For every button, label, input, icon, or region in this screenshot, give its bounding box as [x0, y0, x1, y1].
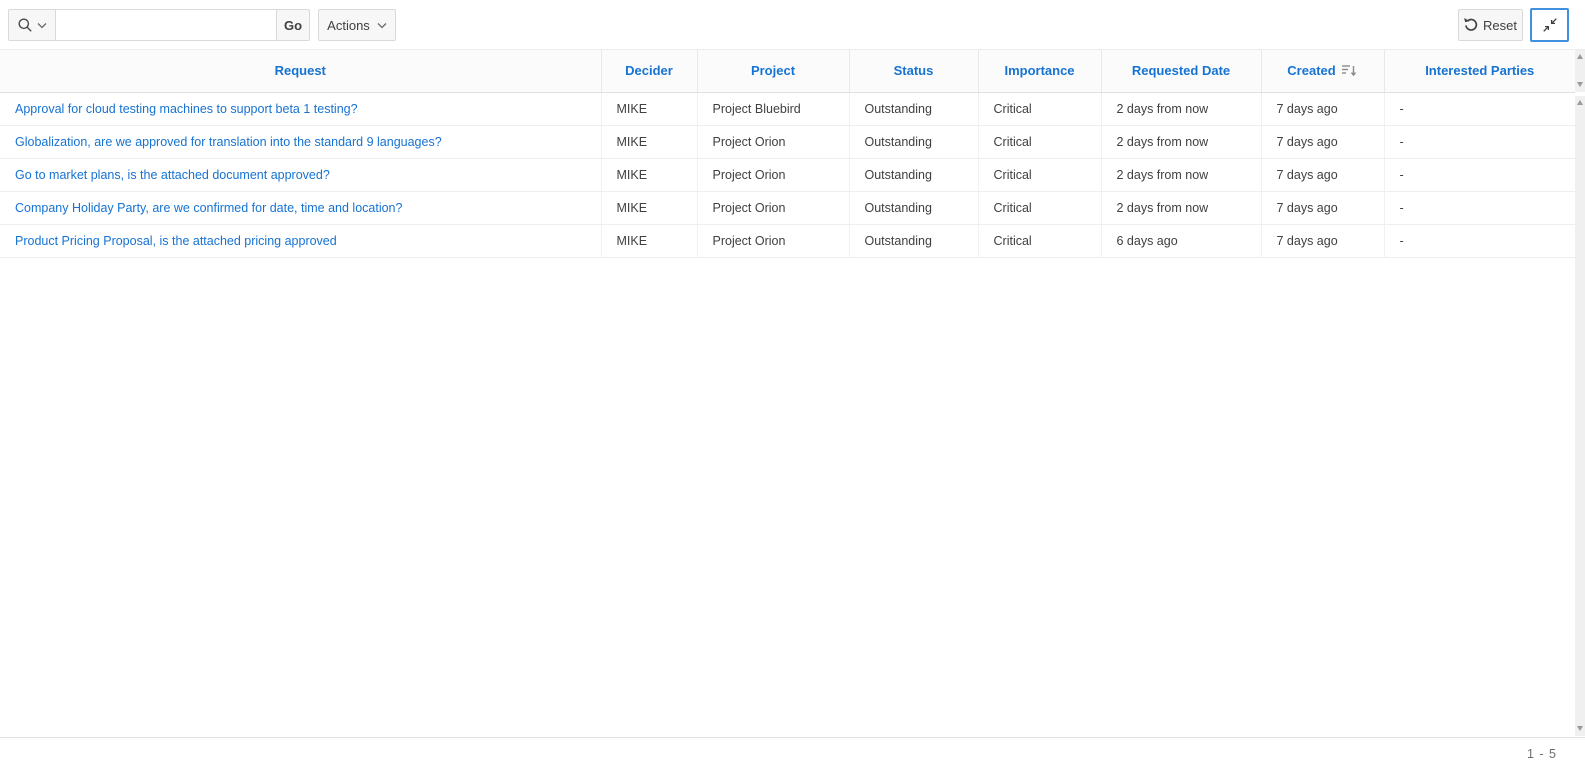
scroll-up-arrow-icon[interactable] — [1577, 100, 1583, 105]
column-header-status[interactable]: Status — [849, 50, 978, 92]
cell-project: Project Orion — [697, 158, 849, 191]
cell-requested_date: 6 days ago — [1101, 224, 1261, 257]
cell-interested_parties: - — [1384, 224, 1575, 257]
cell-created: 7 days ago — [1261, 158, 1384, 191]
column-header-label: Created — [1287, 63, 1335, 78]
cell-requested_date: 2 days from now — [1101, 191, 1261, 224]
request-link[interactable]: Globalization, are we approved for trans… — [15, 135, 442, 149]
report-table: Request Decider Project Status Importance Req… — [0, 50, 1575, 258]
cell-status: Outstanding — [849, 125, 978, 158]
reset-button[interactable]: Reset — [1458, 9, 1523, 41]
request-link[interactable]: Product Pricing Proposal, is the attache… — [15, 234, 337, 248]
cell-decider: MIKE — [601, 224, 697, 257]
go-button[interactable]: Go — [276, 9, 310, 41]
report-region: Request Decider Project Status Importance Req… — [0, 50, 1575, 258]
cell-project: Project Orion — [697, 224, 849, 257]
scroll-down-arrow-icon[interactable] — [1577, 82, 1583, 87]
reset-label: Reset — [1483, 18, 1517, 33]
cell-importance: Critical — [978, 158, 1101, 191]
cell-request: Product Pricing Proposal, is the attache… — [0, 224, 601, 257]
cell-status: Outstanding — [849, 92, 978, 125]
column-header-request[interactable]: Request — [0, 50, 601, 92]
cell-created: 7 days ago — [1261, 191, 1384, 224]
cell-decider: MIKE — [601, 191, 697, 224]
cell-status: Outstanding — [849, 191, 978, 224]
cell-interested_parties: - — [1384, 125, 1575, 158]
interactive-report-page: Go Actions Reset — [0, 0, 1585, 774]
cell-requested_date: 2 days from now — [1101, 92, 1261, 125]
restore-collapse-icon — [1542, 17, 1558, 33]
column-header-importance[interactable]: Importance — [978, 50, 1101, 92]
header-scrollbar[interactable] — [1575, 50, 1585, 92]
cell-decider: MIKE — [601, 158, 697, 191]
column-header-label: Interested Parties — [1425, 63, 1534, 78]
column-header-interested_parties[interactable]: Interested Parties — [1384, 50, 1575, 92]
cell-importance: Critical — [978, 92, 1101, 125]
column-header-decider[interactable]: Decider — [601, 50, 697, 92]
table-row: Go to market plans, is the attached docu… — [0, 158, 1575, 191]
column-header-label: Decider — [625, 63, 673, 78]
cell-importance: Critical — [978, 125, 1101, 158]
request-link[interactable]: Company Holiday Party, are we confirmed … — [15, 201, 402, 215]
sort-descending-icon — [1341, 64, 1358, 78]
actions-label: Actions — [327, 18, 370, 33]
table-row: Product Pricing Proposal, is the attache… — [0, 224, 1575, 257]
column-header-label: Importance — [1004, 63, 1074, 78]
cell-request: Globalization, are we approved for trans… — [0, 125, 601, 158]
column-header-label: Request — [275, 63, 326, 78]
request-link[interactable]: Approval for cloud testing machines to s… — [15, 102, 358, 116]
cell-created: 7 days ago — [1261, 224, 1384, 257]
sort-descending-icon — [1341, 64, 1358, 78]
cell-interested_parties: - — [1384, 158, 1575, 191]
cell-request: Go to market plans, is the attached docu… — [0, 158, 601, 191]
cell-request: Company Holiday Party, are we confirmed … — [0, 191, 601, 224]
actions-menu-button[interactable]: Actions — [318, 9, 396, 41]
column-header-label: Status — [894, 63, 934, 78]
cell-status: Outstanding — [849, 224, 978, 257]
collapse-region-button[interactable] — [1530, 8, 1569, 42]
cell-project: Project Orion — [697, 125, 849, 158]
search-input[interactable] — [55, 9, 277, 41]
cell-project: Project Orion — [697, 191, 849, 224]
cell-interested_parties: - — [1384, 191, 1575, 224]
scroll-down-arrow-icon[interactable] — [1577, 726, 1583, 731]
table-header-row: Request Decider Project Status Importance Req… — [0, 50, 1575, 92]
cell-importance: Critical — [978, 224, 1101, 257]
cell-decider: MIKE — [601, 125, 697, 158]
scroll-up-arrow-icon[interactable] — [1577, 54, 1583, 59]
column-header-label: Project — [751, 63, 795, 78]
report-footer: 1 - 5 — [0, 737, 1585, 774]
search-column-select-button[interactable] — [8, 9, 56, 41]
table-row: Approval for cloud testing machines to s… — [0, 92, 1575, 125]
body-scrollbar[interactable] — [1575, 96, 1585, 736]
cell-request: Approval for cloud testing machines to s… — [0, 92, 601, 125]
reset-arrow-icon — [1464, 18, 1478, 32]
cell-decider: MIKE — [601, 92, 697, 125]
cell-requested_date: 2 days from now — [1101, 125, 1261, 158]
chevron-down-icon — [377, 22, 387, 29]
table-row: Globalization, are we approved for trans… — [0, 125, 1575, 158]
cell-requested_date: 2 days from now — [1101, 158, 1261, 191]
cell-status: Outstanding — [849, 158, 978, 191]
cell-importance: Critical — [978, 191, 1101, 224]
cell-interested_parties: - — [1384, 92, 1575, 125]
chevron-down-icon — [37, 22, 47, 29]
magnifier-icon — [17, 17, 33, 33]
column-header-requested_date[interactable]: Requested Date — [1101, 50, 1261, 92]
request-link[interactable]: Go to market plans, is the attached docu… — [15, 168, 330, 182]
report-toolbar: Go Actions Reset — [0, 0, 1585, 50]
cell-created: 7 days ago — [1261, 125, 1384, 158]
cell-created: 7 days ago — [1261, 92, 1384, 125]
column-header-label: Requested Date — [1132, 63, 1230, 78]
pagination-range: 1 - 5 — [1527, 747, 1557, 761]
column-header-project[interactable]: Project — [697, 50, 849, 92]
cell-project: Project Bluebird — [697, 92, 849, 125]
table-row: Company Holiday Party, are we confirmed … — [0, 191, 1575, 224]
column-header-created[interactable]: Created — [1261, 50, 1384, 92]
